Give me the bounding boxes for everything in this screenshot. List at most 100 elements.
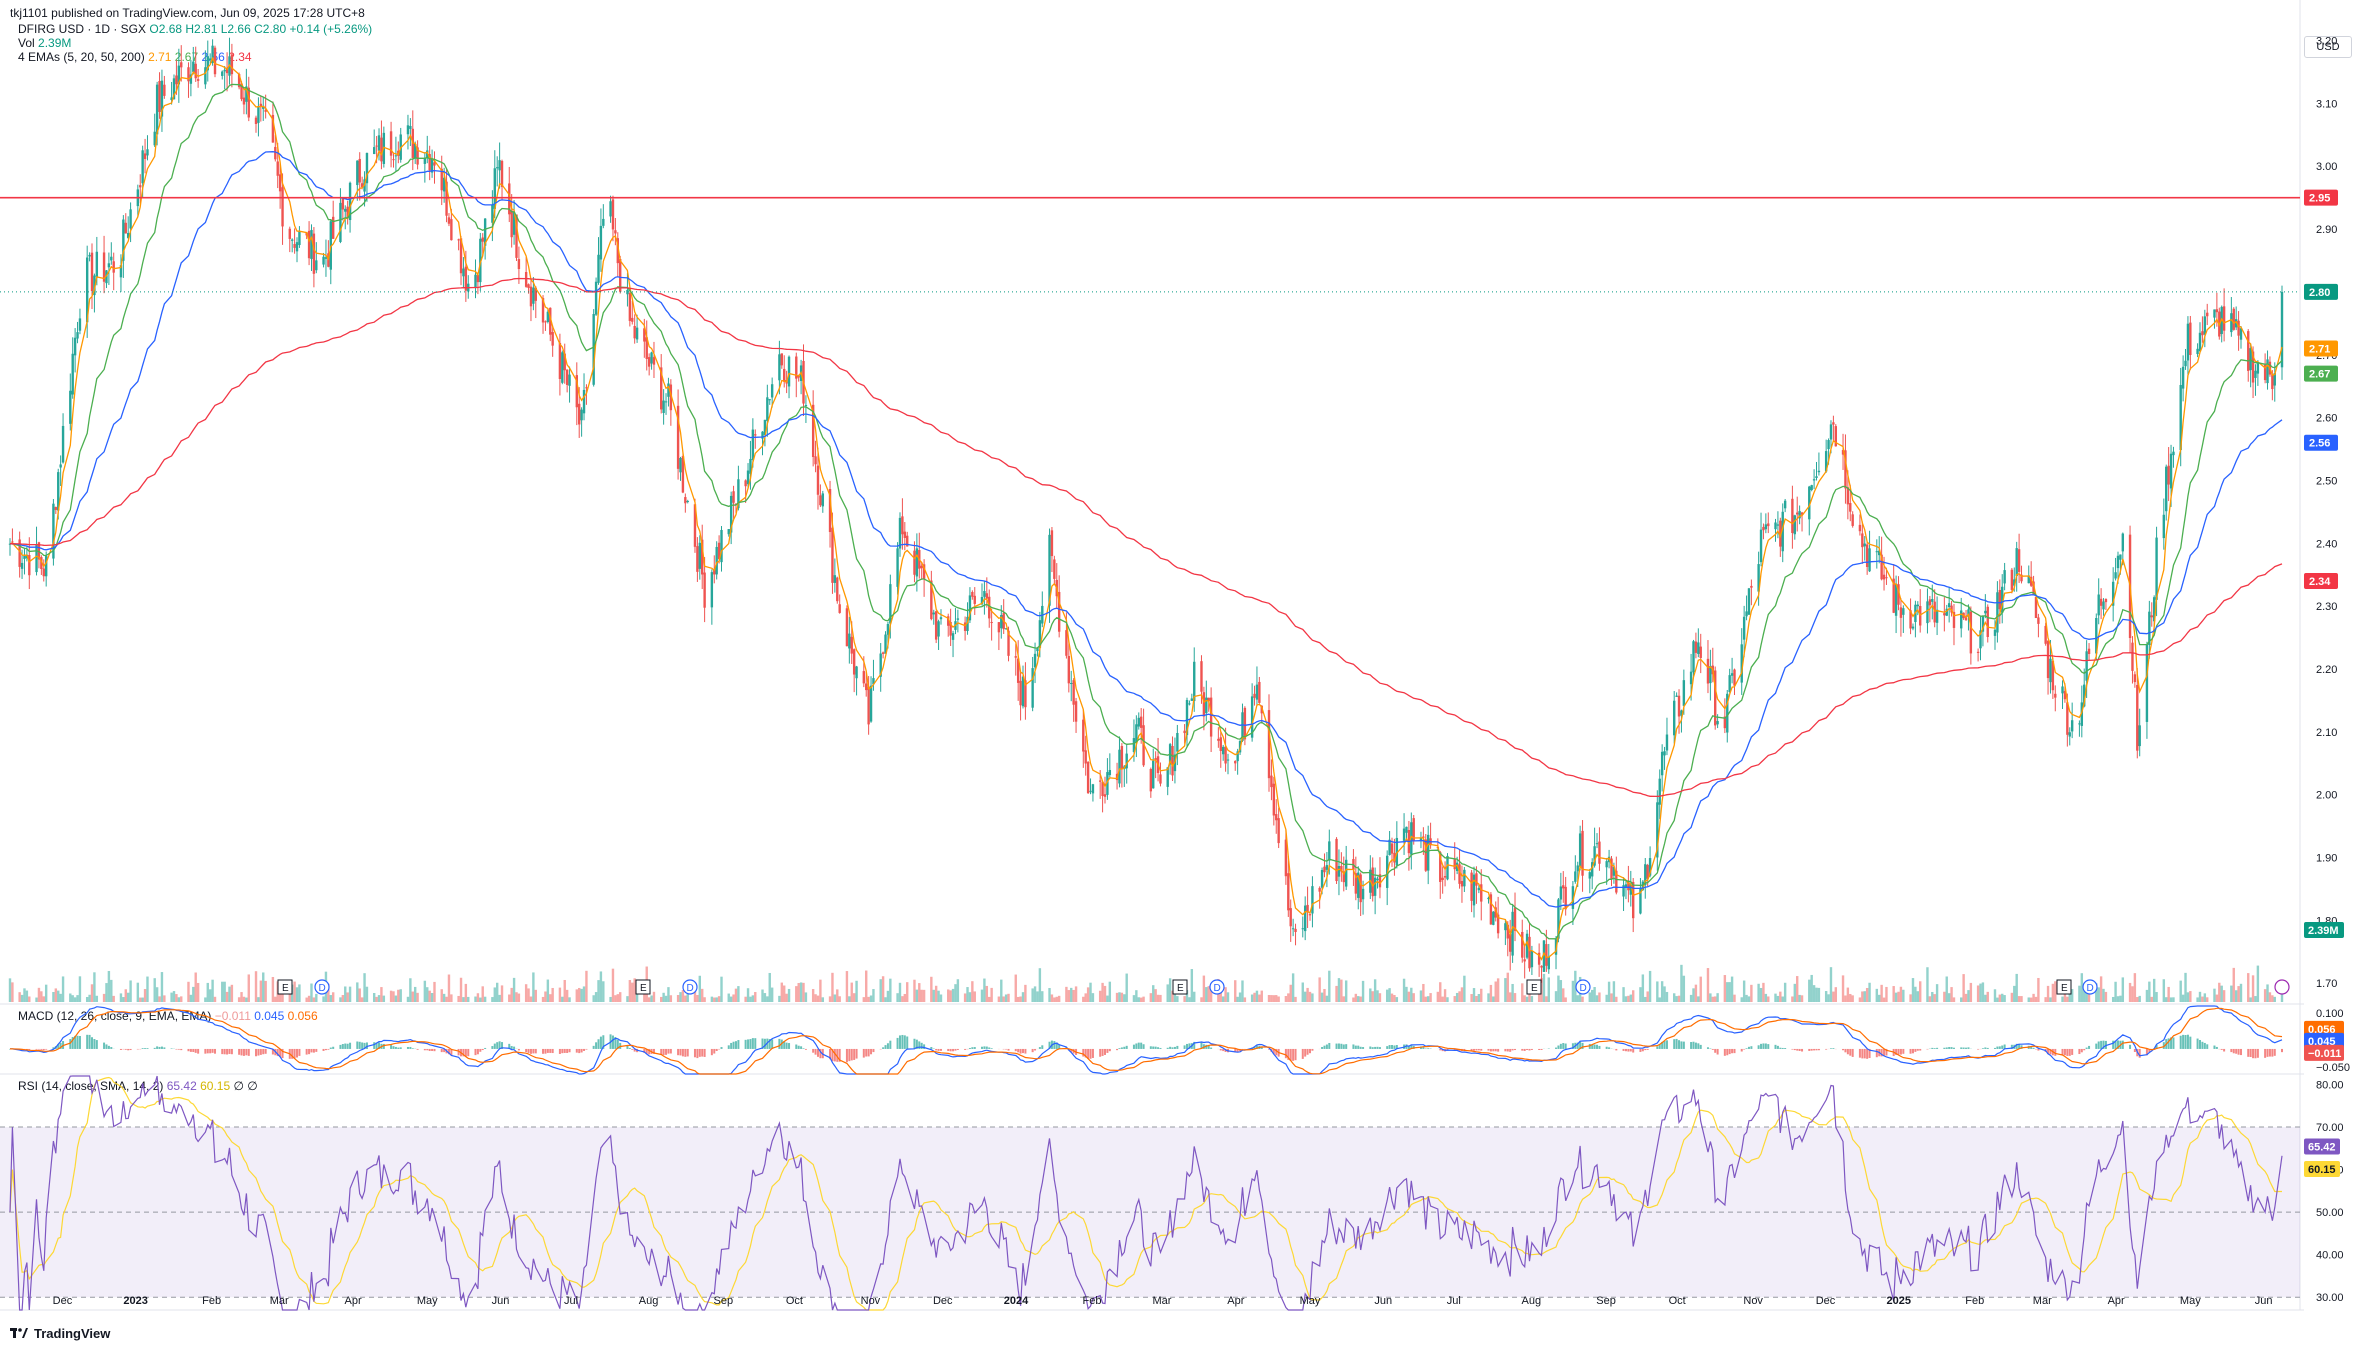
chart-canvas[interactable]: 3.203.103.002.902.802.702.602.502.402.30…	[0, 0, 2364, 1351]
candle-body	[2078, 723, 2081, 725]
volume-bar	[1152, 985, 1155, 1002]
volume-bar	[1243, 997, 1247, 1002]
candle-body	[1547, 956, 1550, 970]
tradingview-logo[interactable]: TradingView	[10, 1326, 110, 1341]
candle-body	[664, 401, 668, 403]
candle-body	[141, 150, 144, 184]
volume-bar	[365, 986, 369, 1002]
volume-bar	[679, 992, 682, 1002]
volume-bar	[676, 995, 680, 1002]
volume-bar	[949, 990, 952, 1002]
volume-bar	[951, 988, 955, 1002]
macd-hist-bar	[693, 1048, 696, 1058]
macd-hist-bar	[1680, 1041, 1683, 1049]
volume-bar	[2148, 981, 2151, 1002]
macd-hist-bar	[2247, 1048, 2250, 1057]
volume-bar	[397, 989, 400, 1002]
macd-hist-bar	[730, 1042, 733, 1049]
candle-body	[447, 217, 451, 224]
macd-hist-bar	[669, 1048, 672, 1054]
macd-hist-bar	[1993, 1047, 1996, 1049]
volume-bar	[939, 994, 943, 1002]
macd-hist-bar	[2080, 1048, 2083, 1053]
volume-bar	[2215, 994, 2219, 1002]
candle-body	[896, 548, 899, 587]
candle-body	[985, 593, 989, 599]
candle-body	[865, 683, 868, 691]
candle-body	[1578, 833, 1582, 867]
macd-hist-bar	[937, 1048, 940, 1051]
macd-hist-bar	[1810, 1048, 1813, 1051]
macd-hist-bar	[1562, 1043, 1565, 1049]
macd-hist-bar	[240, 1048, 243, 1056]
candle-body	[698, 542, 702, 569]
volume-bar	[1388, 988, 1391, 1002]
macd-hist-bar	[1711, 1048, 1714, 1050]
volume-bar	[254, 971, 258, 1002]
volume-bar	[1521, 983, 1524, 1002]
volume-bar	[1272, 995, 1276, 1002]
rsi-y-tick-label: 70.00	[2316, 1122, 2344, 1134]
macd-hist-bar	[170, 1048, 173, 1049]
volume-bar	[838, 996, 841, 1002]
candle-body	[2198, 332, 2202, 352]
volume-bar	[2268, 992, 2272, 1002]
candle-body	[1504, 923, 1507, 931]
macd-hist-bar	[2223, 1048, 2226, 1052]
candle-body	[1159, 774, 1162, 784]
macd-hist-bar	[1497, 1048, 1500, 1052]
macd-hist-bar	[2252, 1048, 2255, 1059]
candle-body	[2222, 306, 2226, 331]
volume-bar	[2111, 996, 2115, 1002]
candle-body	[951, 633, 955, 640]
macd-hist-bar	[546, 1048, 549, 1053]
volume-bar	[1781, 996, 1784, 1002]
volume-bar	[141, 997, 144, 1002]
candle-body	[1832, 422, 1835, 425]
candle-body	[1812, 479, 1816, 481]
rsi-y-tick-label: 50.00	[2316, 1207, 2344, 1219]
volume-bar	[650, 995, 653, 1002]
volume-bar	[54, 988, 58, 1002]
macd-hist-bar	[2071, 1048, 2074, 1055]
candle-body	[69, 390, 72, 424]
candle-body	[973, 595, 976, 604]
x-tick-label: Apr	[1227, 1295, 1244, 1307]
volume-bar	[1067, 990, 1071, 1002]
volume-bar	[1238, 992, 1242, 1002]
candle-body	[1689, 671, 1693, 685]
volume-bar	[479, 997, 482, 1002]
macd-hist-bar	[698, 1048, 701, 1057]
volume-bar	[717, 996, 721, 1002]
volume-bar	[1004, 994, 1008, 1002]
candle-body	[561, 352, 564, 383]
macd-hist-bar	[1639, 1048, 1642, 1052]
volume-bar	[93, 972, 96, 1002]
candle-body	[1815, 476, 1818, 478]
macd-hist-bar	[223, 1048, 226, 1055]
volume-bar	[1352, 997, 1355, 1002]
candle-body	[768, 399, 771, 401]
volume-bar	[551, 987, 554, 1002]
candle-body	[599, 225, 603, 260]
volume-bar	[1072, 989, 1075, 1002]
candle-body	[628, 292, 632, 321]
volume-bar	[23, 988, 26, 1002]
volume-bar	[1967, 990, 1970, 1002]
volume-bar	[2237, 986, 2240, 1002]
volume-bar	[1422, 983, 1425, 1002]
candle-body	[1441, 877, 1444, 881]
y-tick-label: 2.90	[2316, 224, 2337, 236]
volume-bar	[1993, 989, 1997, 1002]
macd-hist-bar	[563, 1048, 566, 1053]
macd-hist-bar	[1622, 1048, 1625, 1051]
macd-hist-bar	[580, 1048, 583, 1053]
volume-bar	[298, 984, 301, 1002]
volume-bar	[1658, 997, 1661, 1002]
volume-bar	[1562, 988, 1565, 1002]
macd-hist-bar	[1943, 1047, 1946, 1049]
y-tick-label: 2.60	[2316, 413, 2337, 425]
macd-hist-bar	[1986, 1047, 1989, 1049]
volume-bar	[11, 982, 14, 1002]
candle-body	[529, 286, 533, 307]
